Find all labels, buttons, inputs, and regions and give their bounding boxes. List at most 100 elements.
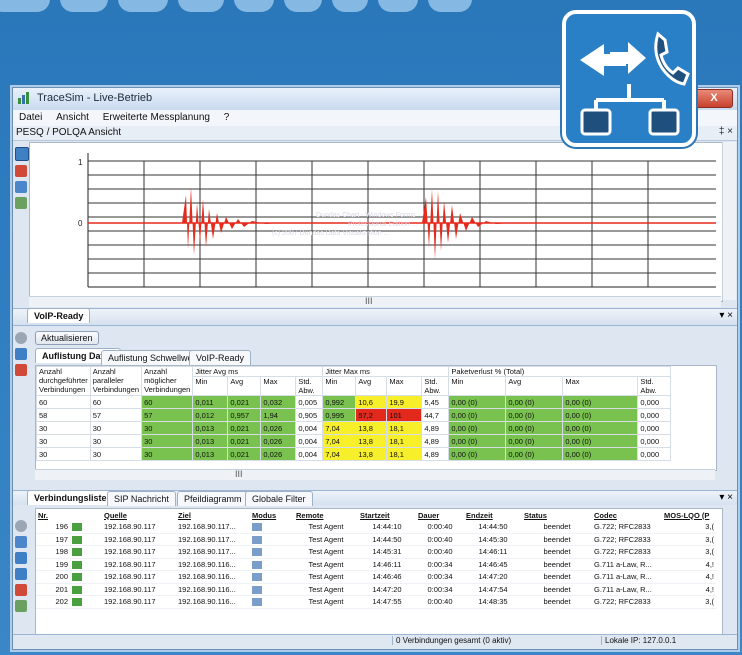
tab-global-filter[interactable]: Globale Filter xyxy=(245,491,313,506)
refresh-button[interactable]: Aktualisieren xyxy=(35,331,99,345)
cell: G.722; RFC2833 xyxy=(592,533,662,546)
cell: G.722; RFC2833 xyxy=(592,595,662,609)
cell: 60 xyxy=(141,395,194,409)
menu-datei[interactable]: Datei xyxy=(13,110,47,123)
cell: 0,000 xyxy=(637,421,672,435)
header-source[interactable]: Quelle xyxy=(102,509,176,521)
gear-icon[interactable] xyxy=(15,520,27,532)
table-row[interactable]: 30 30 30 0,013 0,021 0,026 0,004 7,04 13,8 18,1… xyxy=(36,421,672,435)
cell: 0,00 (0) xyxy=(562,395,639,409)
chart-icon[interactable] xyxy=(15,552,27,564)
cell: Test Agent xyxy=(294,533,358,546)
header-icon xyxy=(70,509,102,521)
cell: 202 xyxy=(36,595,70,609)
cell: 0,992 xyxy=(322,395,357,409)
close-icon[interactable]: ▾ × xyxy=(719,310,733,321)
tab-sip-message[interactable]: SIP Nachricht xyxy=(107,491,176,506)
header-avg: Avg xyxy=(355,376,388,396)
close-button[interactable]: X xyxy=(695,89,733,108)
table-row[interactable]: 196 192.168.90.117 192.168.90.117... Test… xyxy=(36,521,716,534)
cell: 4,! xyxy=(662,570,716,584)
cell: 0,00 (0) xyxy=(505,395,564,409)
table-row[interactable]: 201 192.168.90.117 192.168.90.116... Test… xyxy=(36,583,716,596)
cell: 192.168.90.116... xyxy=(176,595,250,609)
close-icon[interactable]: ▾ × xyxy=(719,492,733,503)
cell: 0,013 xyxy=(192,447,229,461)
cell: 57,2 xyxy=(355,408,388,422)
conn-tab-strip: Verbindungsliste SIP Nachricht Pfeildiag… xyxy=(13,490,737,506)
cell: 30 xyxy=(89,434,143,448)
header-duration[interactable]: Dauer xyxy=(416,509,464,521)
cell: 0,021 xyxy=(227,395,262,409)
table-row[interactable]: 200 192.168.90.117 192.168.90.116... Test… xyxy=(36,570,716,584)
menu-help[interactable]: ? xyxy=(218,110,235,123)
header-mos[interactable]: MOS-LQO (P xyxy=(662,509,716,521)
close-icon[interactable]: × xyxy=(727,126,733,137)
cell: 0,004 xyxy=(295,447,324,461)
table-row[interactable]: 197 192.168.90.117 192.168.90.117... Test… xyxy=(36,533,716,546)
header-end[interactable]: Endzeit xyxy=(464,509,522,521)
table-row[interactable]: 199 192.168.90.117 192.168.90.116... Test… xyxy=(36,558,716,571)
csv-icon[interactable] xyxy=(15,197,27,209)
cell: 197 xyxy=(36,533,70,546)
cell: 14:47:54 xyxy=(464,583,522,596)
menu-ansicht[interactable]: Ansicht xyxy=(50,110,94,123)
header-target[interactable]: Ziel xyxy=(176,509,250,521)
header-remote[interactable]: Remote xyxy=(294,509,358,521)
chart-icon[interactable] xyxy=(15,348,27,360)
voip-horizontal-scrollbar[interactable]: III xyxy=(35,469,715,480)
cell: 14:44:50 xyxy=(464,521,522,534)
tab-arrow-diagram[interactable]: Pfeildiagramm xyxy=(177,491,249,506)
cell: 30 xyxy=(141,421,194,435)
header-max: Max xyxy=(562,376,639,396)
export-icon[interactable] xyxy=(15,364,27,376)
cell: Test Agent xyxy=(294,583,358,596)
header-nr[interactable]: Nr. xyxy=(36,509,70,521)
filter-icon[interactable] xyxy=(15,536,27,548)
cell: 4,! xyxy=(662,583,716,596)
table-row[interactable]: 202 192.168.90.117 192.168.90.116... Test… xyxy=(36,595,716,609)
table-row[interactable]: 30 30 30 0,013 0,021 0,026 0,004 7,04 13,8 18,1… xyxy=(36,447,672,461)
export-icon[interactable] xyxy=(15,165,27,177)
menu-messplanung[interactable]: Erweiterte Messplanung xyxy=(97,110,215,123)
table-row[interactable]: 58 57 57 0,012 0,957 1,94 0,905 0,995 57,2 101 4… xyxy=(36,408,672,422)
gear-icon[interactable] xyxy=(15,332,27,344)
cell: 14:46:11 xyxy=(358,558,416,571)
header-max: Max xyxy=(260,376,297,396)
pesq-vertical-scrollbar[interactable] xyxy=(722,142,736,300)
cell: 13,8 xyxy=(355,434,388,448)
table-row[interactable]: 30 30 30 0,013 0,021 0,026 0,004 7,04 13,8 18,1… xyxy=(36,434,672,448)
pesq-horizontal-scrollbar[interactable]: III xyxy=(29,296,721,307)
cell: 0,905 xyxy=(295,408,324,422)
cell: 14:47:20 xyxy=(358,583,416,596)
export-icon[interactable] xyxy=(15,584,27,596)
pin-icon[interactable]: ‡ xyxy=(719,126,725,137)
cell: 10,6 xyxy=(355,395,388,409)
cell: 7,04 xyxy=(322,447,357,461)
cell: 14:48:35 xyxy=(464,595,522,609)
header-codec[interactable]: Codec xyxy=(592,509,662,521)
cell: 0:00:34 xyxy=(416,583,464,596)
image-icon[interactable] xyxy=(15,181,27,193)
cell: 0,957 xyxy=(227,408,262,422)
header-mode[interactable]: Modus xyxy=(250,509,294,521)
chart-icon[interactable] xyxy=(15,568,27,580)
chart-icon[interactable] xyxy=(15,147,29,161)
tab-voip-ready[interactable]: VoIP-Ready xyxy=(189,350,252,365)
tab-connection-list[interactable]: Verbindungsliste xyxy=(27,490,114,505)
cell: 0:00:40 xyxy=(416,545,464,559)
cell: 4,! xyxy=(662,558,716,571)
header-status[interactable]: Status xyxy=(522,509,592,521)
cell: 1,94 xyxy=(260,408,297,422)
cell: 18,1 xyxy=(386,447,423,461)
table-row[interactable]: 60 60 60 0,011 0,021 0,032 0,005 0,992 10,6 19,… xyxy=(36,395,672,409)
pesq-title: PESQ / POLQA Ansicht xyxy=(16,127,122,138)
csv-icon[interactable] xyxy=(15,600,27,612)
cell: 30 xyxy=(36,434,91,448)
cell: 0:00:40 xyxy=(416,533,464,546)
header-start[interactable]: Startzeit xyxy=(358,509,416,521)
cell: G.711 a-Law, R... xyxy=(592,570,662,584)
table-row[interactable]: 198 192.168.90.117 192.168.90.117... Test… xyxy=(36,545,716,559)
cell: 196 xyxy=(36,521,70,534)
cell: beendet xyxy=(522,570,592,584)
